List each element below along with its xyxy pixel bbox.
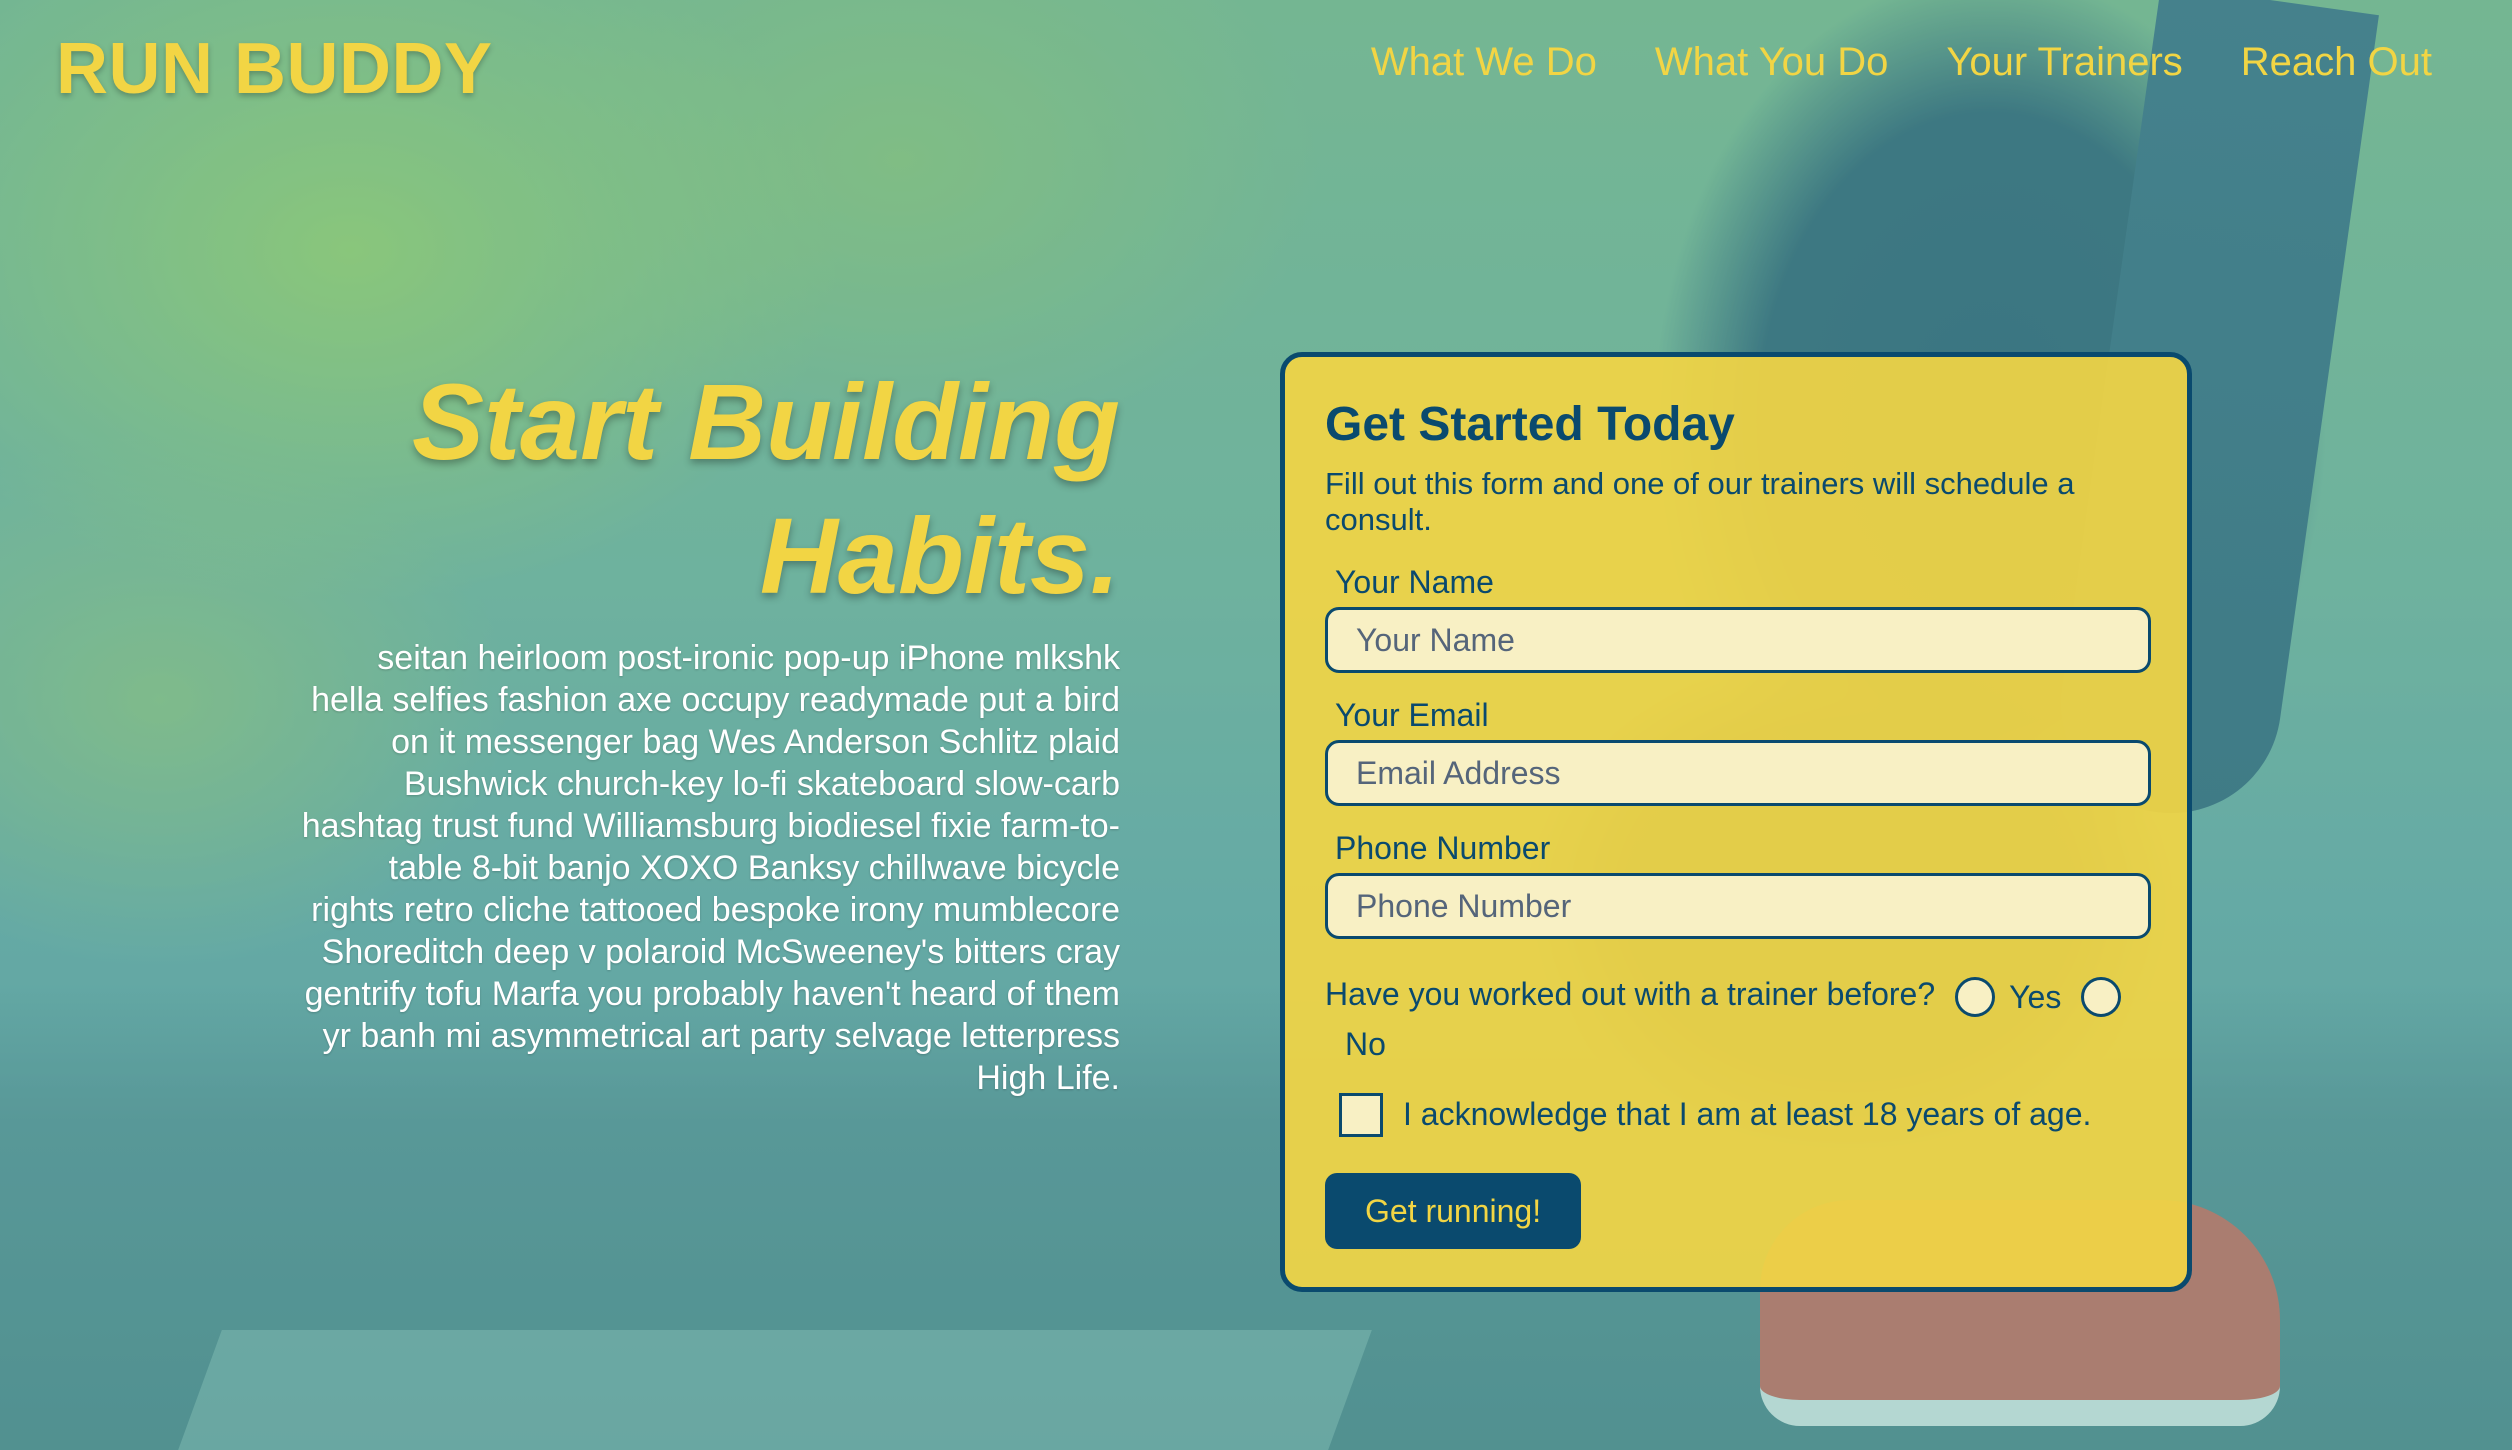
main-nav: What We Do What You Do Your Trainers Rea…	[1371, 40, 2432, 85]
site-logo[interactable]: RUN BUDDY	[56, 28, 493, 110]
radio-no-label: No	[1345, 1025, 1386, 1062]
get-started-form: Get Started Today Fill out this form and…	[1280, 352, 2192, 1292]
nav-what-you-do[interactable]: What You Do	[1655, 40, 1889, 85]
name-label: Your Name	[1335, 564, 1494, 600]
age-checkbox[interactable]	[1339, 1092, 1383, 1137]
radio-no[interactable]	[2081, 976, 2122, 1017]
get-running-button[interactable]: Get running!	[1325, 1172, 1582, 1249]
hero-title-line2: Habits.	[759, 495, 1120, 616]
hero-title: Start Building Habits.	[300, 355, 1120, 623]
nav-your-trainers[interactable]: Your Trainers	[1946, 40, 2182, 85]
trainer-question-label: Have you worked out with a trainer befor…	[1325, 976, 1936, 1012]
form-title: Get Started Today	[1325, 398, 1735, 451]
hero-body-text: seitan heirloom post-ironic pop-up iPhon…	[301, 639, 1120, 1097]
nav-reach-out[interactable]: Reach Out	[2241, 40, 2432, 85]
radio-yes[interactable]	[1955, 976, 1996, 1017]
nav-what-we-do[interactable]: What We Do	[1371, 40, 1597, 85]
hero-section: Start Building Habits. seitan heirloom p…	[300, 355, 1120, 1099]
phone-label: Phone Number	[1335, 830, 1551, 866]
email-input[interactable]	[1325, 740, 2151, 806]
hero-title-line1: Start Building	[412, 361, 1120, 482]
age-ack-row: I acknowledge that I am at least 18 year…	[1339, 1092, 2147, 1137]
radio-yes-label: Yes	[2009, 978, 2062, 1015]
phone-input[interactable]	[1325, 873, 2151, 939]
email-label: Your Email	[1335, 697, 1489, 733]
trainer-question-row: Have you worked out with a trainer befor…	[1325, 969, 2147, 1022]
age-ack-label: I acknowledge that I am at least 18 year…	[1403, 1096, 2092, 1133]
form-subtitle: Fill out this form and one of our traine…	[1325, 466, 2075, 537]
name-input[interactable]	[1325, 607, 2151, 673]
